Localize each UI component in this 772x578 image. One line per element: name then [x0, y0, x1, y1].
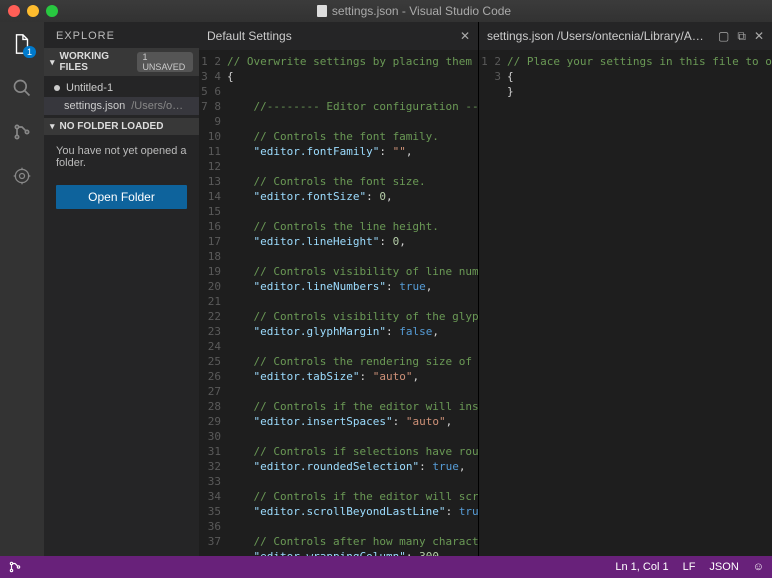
dirty-indicator-icon: [54, 85, 60, 91]
tab-title[interactable]: Default Settings: [207, 29, 452, 43]
window-title-text: settings.json - Visual Studio Code: [332, 4, 511, 18]
minimize-window-button[interactable]: [27, 5, 39, 17]
debug-icon[interactable]: [8, 162, 36, 190]
split-editor-icon[interactable]: ▢: [718, 29, 729, 44]
status-language[interactable]: JSON: [709, 561, 738, 573]
close-tab-icon[interactable]: ✕: [460, 29, 470, 43]
titlebar: settings.json - Visual Studio Code: [0, 0, 772, 22]
zoom-window-button[interactable]: [46, 5, 58, 17]
code-area-left[interactable]: 1 2 3 4 5 6 7 8 9 10 11 12 13 14 15 16 1…: [199, 50, 478, 556]
status-feedback-icon[interactable]: ☺: [753, 561, 764, 573]
tab-row-right: settings.json /Users/ontecnia/Library/Ap…: [479, 22, 772, 50]
sidebar-title: EXPLORE: [44, 22, 199, 48]
explorer-badge: 1: [23, 46, 36, 58]
working-files-label: WORKING FILES: [60, 51, 133, 73]
search-icon[interactable]: [8, 74, 36, 102]
working-files-list: Untitled-1 settings.json /Users/ontecnia.…: [44, 76, 199, 118]
status-cursor[interactable]: Ln 1, Col 1: [615, 561, 668, 573]
window-title: settings.json - Visual Studio Code: [64, 4, 764, 18]
close-window-button[interactable]: [8, 5, 20, 17]
editor-group: Default Settings ✕ 1 2 3 4 5 6 7 8 9 10 …: [199, 22, 772, 556]
tab-row-left: Default Settings ✕: [199, 22, 478, 50]
status-bar: Ln 1, Col 1 LF JSON ☺: [0, 556, 772, 578]
sidebar: EXPLORE ▾ WORKING FILES 1 UNSAVED Untitl…: [44, 22, 199, 556]
status-git-icon[interactable]: [8, 560, 22, 574]
working-file-item[interactable]: settings.json /Users/ontecnia...: [44, 97, 199, 115]
open-folder-button[interactable]: Open Folder: [56, 185, 187, 209]
code-area-right[interactable]: 1 2 3 // Place your settings in this fil…: [479, 50, 772, 556]
working-file-item[interactable]: Untitled-1: [44, 79, 199, 97]
no-folder-message: You have not yet opened a folder.: [44, 135, 199, 179]
explorer-icon[interactable]: 1: [8, 30, 36, 58]
working-files-header[interactable]: ▾ WORKING FILES 1 UNSAVED: [44, 48, 199, 76]
close-tab-icon[interactable]: ✕: [754, 29, 764, 44]
chevron-down-icon: ▾: [50, 57, 55, 68]
more-icon[interactable]: ⧉: [737, 29, 746, 44]
file-name: settings.json: [64, 100, 125, 112]
file-path: /Users/ontecnia...: [131, 100, 189, 112]
editor-left: Default Settings ✕ 1 2 3 4 5 6 7 8 9 10 …: [199, 22, 479, 556]
unsaved-badge: 1 UNSAVED: [137, 52, 193, 72]
editor-right: settings.json /Users/ontecnia/Library/Ap…: [479, 22, 772, 556]
activity-bar: 1: [0, 22, 44, 556]
file-icon: [317, 5, 327, 17]
no-folder-label: NO FOLDER LOADED: [60, 121, 164, 132]
window-controls: [8, 5, 58, 17]
status-eol[interactable]: LF: [683, 561, 696, 573]
chevron-down-icon: ▾: [50, 121, 55, 132]
no-folder-header[interactable]: ▾ NO FOLDER LOADED: [44, 118, 199, 135]
tab-title[interactable]: settings.json /Users/ontecnia/Library/Ap…: [487, 29, 710, 43]
file-name: Untitled-1: [66, 82, 113, 94]
git-icon[interactable]: [8, 118, 36, 146]
